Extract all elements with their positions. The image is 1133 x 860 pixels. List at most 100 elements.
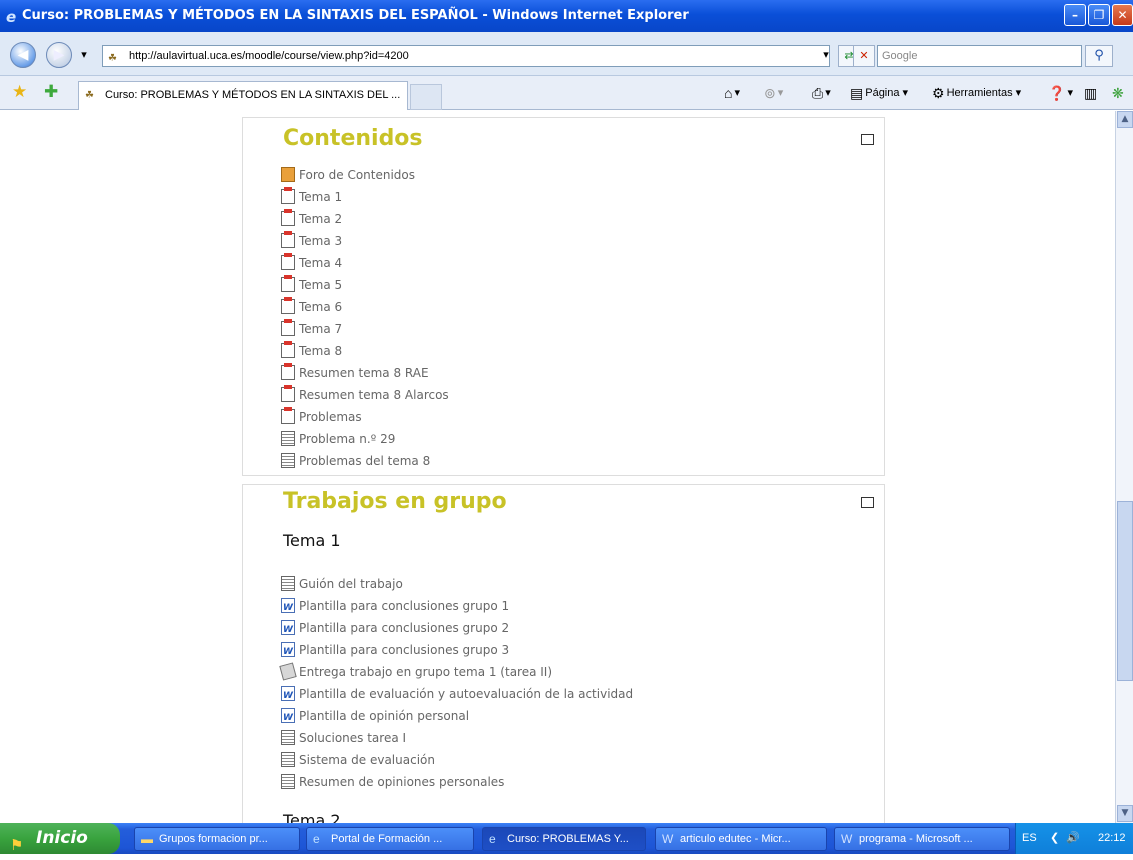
address-input[interactable]: ☘ http://aulavirtual.uca.es/moodle/cours… xyxy=(102,45,830,67)
word-icon xyxy=(281,708,295,727)
resource-link[interactable]: Guión del trabajo xyxy=(281,575,403,595)
taskbar-item[interactable]: ▬ Grupos formacion pr... xyxy=(134,827,300,851)
research-icon[interactable]: ▥ xyxy=(1084,84,1099,102)
forum-icon xyxy=(281,167,295,182)
resource-link[interactable]: Tema 8 xyxy=(281,341,342,362)
language-indicator[interactable]: ES xyxy=(1022,823,1037,854)
resource-link[interactable]: Resumen tema 8 Alarcos xyxy=(281,385,449,406)
activity-link[interactable]: Entrega trabajo en grupo tema 1 (tarea I… xyxy=(279,662,552,683)
resource-link[interactable]: Tema 4 xyxy=(281,253,342,274)
clock: 22:12 xyxy=(1098,832,1126,844)
search-input[interactable]: Google xyxy=(877,45,1082,67)
resource-link[interactable]: Plantilla para conclusiones grupo 2 xyxy=(281,619,509,639)
ie-icon: e xyxy=(489,832,496,846)
resource-link[interactable]: Problema n.º 29 xyxy=(281,430,395,450)
feeds-icon[interactable]: ⊚ ▾ xyxy=(764,84,783,102)
search-icon[interactable]: ⚲ xyxy=(1085,45,1113,67)
tab-label: Curso: PROBLEMAS Y MÉTODOS EN LA SINTAXI… xyxy=(105,89,401,101)
resource-link[interactable]: Problemas xyxy=(281,407,362,428)
resource-link[interactable]: Tema 5 xyxy=(281,275,342,296)
tools-menu-label: Herramientas xyxy=(946,87,1013,99)
folder-icon: ▬ xyxy=(141,832,153,846)
page-icon: ▤ xyxy=(850,85,864,101)
resource-link[interactable]: Tema 2 xyxy=(281,209,342,230)
address-text: http://aulavirtual.uca.es/moodle/course/… xyxy=(129,50,409,62)
new-tab-button[interactable] xyxy=(410,84,442,110)
collapse-section-button[interactable] xyxy=(861,497,874,508)
pdf-icon xyxy=(281,407,295,424)
pdf-icon xyxy=(281,209,295,226)
history-dropdown-button[interactable]: ▾ xyxy=(74,45,94,67)
resource-link[interactable]: Sistema de evaluación xyxy=(281,751,435,771)
resource-link[interactable]: Resumen tema 8 RAE xyxy=(281,363,429,384)
resource-link[interactable]: Soluciones tarea I xyxy=(281,729,406,749)
section-title: Contenidos xyxy=(283,126,423,151)
word-icon: W xyxy=(841,832,853,846)
pdf-icon xyxy=(281,363,295,380)
taskbar-item-active[interactable]: e Curso: PROBLEMAS Y... xyxy=(482,827,646,851)
assignment-icon xyxy=(279,662,297,681)
taskbar-item[interactable]: Warticulo edutec - Micr... xyxy=(655,827,827,851)
document-icon xyxy=(281,576,295,591)
pdf-icon xyxy=(281,231,295,248)
resource-link[interactable]: Plantilla de opinión personal xyxy=(281,707,469,727)
section-contenidos: Contenidos Foro de Contenidos Tema 1 Tem… xyxy=(242,117,885,476)
section-title: Trabajos en grupo xyxy=(283,489,507,514)
tab-current-page[interactable]: ☘ Curso: PROBLEMAS Y MÉTODOS EN LA SINTA… xyxy=(78,81,408,110)
taskbar-item[interactable]: Wprograma - Microsoft ... xyxy=(834,827,1010,851)
resource-link[interactable]: Plantilla de evaluación y autoevaluación… xyxy=(281,685,633,705)
page-menu-button[interactable]: ▤ Página ▾ xyxy=(850,84,908,102)
tray-back-icon[interactable]: ❮ xyxy=(1050,823,1059,854)
word-icon xyxy=(281,620,295,639)
minimize-button[interactable]: – xyxy=(1064,4,1086,26)
scroll-down-button[interactable]: ▼ xyxy=(1117,805,1133,822)
start-label: Inicio xyxy=(36,828,88,848)
ie-icon: e xyxy=(313,832,320,846)
word-icon xyxy=(281,686,295,705)
pdf-icon xyxy=(281,297,295,314)
scrollbar-thumb[interactable] xyxy=(1117,501,1133,681)
tab-command-bar: ★ ✚ ☘ Curso: PROBLEMAS Y MÉTODOS EN LA S… xyxy=(0,76,1133,110)
activity-link[interactable]: Foro de Contenidos xyxy=(281,166,415,186)
stop-button[interactable]: ✕ xyxy=(853,45,875,67)
vertical-scrollbar[interactable]: ▲ ▼ xyxy=(1115,111,1133,823)
document-icon xyxy=(281,752,295,767)
section-trabajos-en-grupo: Trabajos en grupo Tema 1 Guión del traba… xyxy=(242,484,885,823)
scroll-up-button[interactable]: ▲ xyxy=(1117,111,1133,128)
pdf-icon xyxy=(281,385,295,402)
pdf-icon xyxy=(281,319,295,336)
resource-link[interactable]: Plantilla para conclusiones grupo 1 xyxy=(281,597,509,617)
resource-link[interactable]: Resumen de opiniones personales xyxy=(281,773,504,793)
help-icon[interactable]: ❓ ▾ xyxy=(1048,84,1073,102)
resource-link[interactable]: Plantilla para conclusiones grupo 3 xyxy=(281,641,509,661)
favorites-star-icon[interactable]: ★ xyxy=(12,82,27,102)
windows-flag-icon: ⚑ xyxy=(10,836,24,854)
print-icon[interactable]: ⎙ ▾ xyxy=(812,84,831,102)
volume-icon[interactable]: 🔊 xyxy=(1066,823,1080,854)
add-favorites-icon[interactable]: ✚ xyxy=(44,82,58,102)
moodle-favicon-icon: ☘ xyxy=(108,53,117,64)
forward-button[interactable]: ▶ xyxy=(46,42,72,68)
document-icon xyxy=(281,774,295,789)
pdf-icon xyxy=(281,187,295,204)
resource-link[interactable]: Tema 6 xyxy=(281,297,342,318)
resource-link[interactable]: Tema 3 xyxy=(281,231,342,252)
resource-link[interactable]: Tema 1 xyxy=(281,187,342,208)
maximize-button[interactable]: ❐ xyxy=(1088,4,1110,26)
resource-link[interactable]: Tema 7 xyxy=(281,319,342,340)
close-button[interactable]: ✕ xyxy=(1112,4,1133,26)
tools-menu-button[interactable]: ⚙ Herramientas ▾ xyxy=(932,84,1021,102)
pdf-icon xyxy=(281,341,295,358)
word-icon xyxy=(281,598,295,617)
resource-link[interactable]: Problemas del tema 8 xyxy=(281,452,430,472)
taskbar-item[interactable]: e Portal de Formación ... xyxy=(306,827,474,851)
home-icon[interactable]: ⌂ ▾ xyxy=(724,84,740,102)
ie-logo-icon: e xyxy=(6,8,17,26)
topic-subheading: Tema 1 xyxy=(283,531,341,550)
start-button[interactable]: ⚑ Inicio xyxy=(0,823,120,854)
address-dropdown-button[interactable]: ▾ xyxy=(818,45,834,67)
messenger-icon[interactable]: ❋ xyxy=(1112,84,1126,102)
window-title-bar: e Curso: PROBLEMAS Y MÉTODOS EN LA SINTA… xyxy=(0,0,1133,32)
collapse-section-button[interactable] xyxy=(861,134,874,145)
back-button[interactable]: ◀ xyxy=(10,42,36,68)
